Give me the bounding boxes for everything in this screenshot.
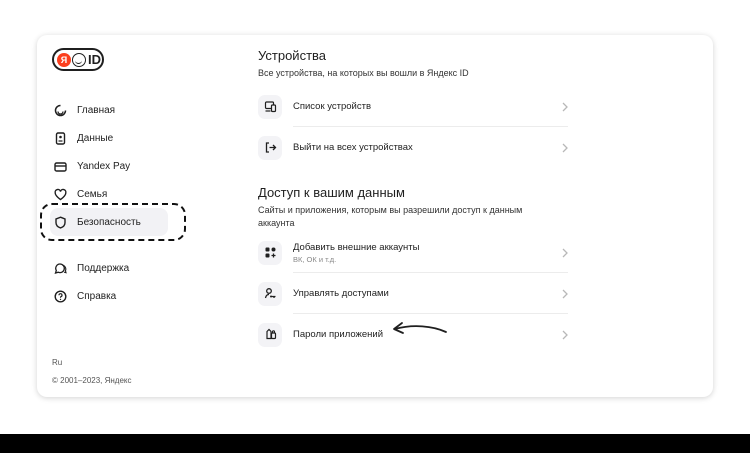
row-label: Выйти на всех устройствах	[293, 142, 413, 153]
manage-access-row[interactable]: Управлять доступами	[258, 273, 568, 314]
row-label: Пароли приложений	[293, 329, 384, 340]
device-list-row[interactable]: Список устройств	[258, 86, 568, 127]
sidebar-item-label: Поддержка	[77, 262, 130, 274]
sidebar-item-label: Справка	[77, 290, 117, 302]
chat-icon	[53, 261, 67, 275]
devices-icon	[258, 94, 282, 119]
home-icon	[53, 103, 67, 117]
row-label: Управлять доступами	[293, 288, 389, 299]
chevron-right-icon	[562, 289, 568, 298]
add-external-accounts-row[interactable]: Добавить внешние аккаунты ВК, ОК и т.д.	[258, 232, 568, 273]
smile-icon	[72, 52, 86, 67]
row-label: Список устройств	[293, 101, 372, 112]
sidebar-item-label: Yandex Pay	[77, 160, 131, 172]
app-password-icon	[258, 322, 282, 347]
logo-id-text: ID	[88, 52, 101, 67]
user-key-icon	[258, 281, 282, 306]
sidebar-item-data[interactable]: Данные	[50, 124, 260, 152]
yandex-logo-icon: Я	[57, 52, 71, 67]
language-switcher[interactable]: Ru	[52, 358, 62, 367]
row-sublabel: ВК, ОК и т.д.	[293, 254, 337, 264]
account-card: Я ID Главная Данные Yandex Pay Семья Без…	[37, 35, 713, 397]
row-text-block: Добавить внешние аккаунты ВК, ОК и т.д.	[293, 242, 419, 264]
sidebar-item-label: Главная	[77, 104, 116, 116]
chevron-right-icon	[562, 143, 568, 152]
row-label: Добавить внешние аккаунты	[293, 241, 420, 253]
heart-icon	[53, 187, 67, 201]
main-content: Устройства Все устройства, на которых вы…	[258, 48, 568, 355]
sidebar-item-home[interactable]: Главная	[50, 96, 260, 124]
sidebar-item-security[interactable]: Безопасность	[50, 208, 168, 236]
sidebar-item-label: Данные	[77, 132, 114, 144]
sidebar-item-label: Семья	[77, 188, 108, 200]
document-icon	[53, 131, 67, 145]
chevron-right-icon	[562, 102, 568, 111]
sidebar-item-support[interactable]: Поддержка	[50, 254, 260, 282]
access-title: Доступ к вашим данным	[258, 185, 405, 200]
hand-drawn-arrow-icon	[393, 322, 447, 334]
sidebar-item-label: Безопасность	[77, 216, 141, 228]
copyright: © 2001–2023, Яндекс	[52, 376, 132, 385]
yandex-id-logo[interactable]: Я ID	[52, 48, 104, 71]
shield-icon	[53, 215, 67, 229]
sidebar-item-help[interactable]: Справка	[50, 282, 260, 310]
sidebar-item-yandex-pay[interactable]: Yandex Pay	[50, 152, 260, 180]
bottom-black-bar	[0, 434, 750, 453]
apps-icon	[258, 240, 282, 265]
card-icon	[53, 159, 67, 173]
sidebar-item-family[interactable]: Семья	[50, 180, 260, 208]
logout-icon	[258, 135, 282, 160]
logout-everywhere-row[interactable]: Выйти на всех устройствах	[258, 127, 568, 168]
chevron-right-icon	[562, 330, 568, 339]
chevron-right-icon	[562, 248, 568, 257]
access-description: Сайты и приложения, которым вы разрешили…	[258, 205, 523, 228]
help-icon	[53, 289, 67, 303]
devices-title: Устройства	[258, 48, 327, 63]
devices-description: Все устройства, на которых вы вошли в Ян…	[258, 68, 469, 78]
sidebar-nav: Главная Данные Yandex Pay Семья Безопасн…	[50, 96, 260, 310]
